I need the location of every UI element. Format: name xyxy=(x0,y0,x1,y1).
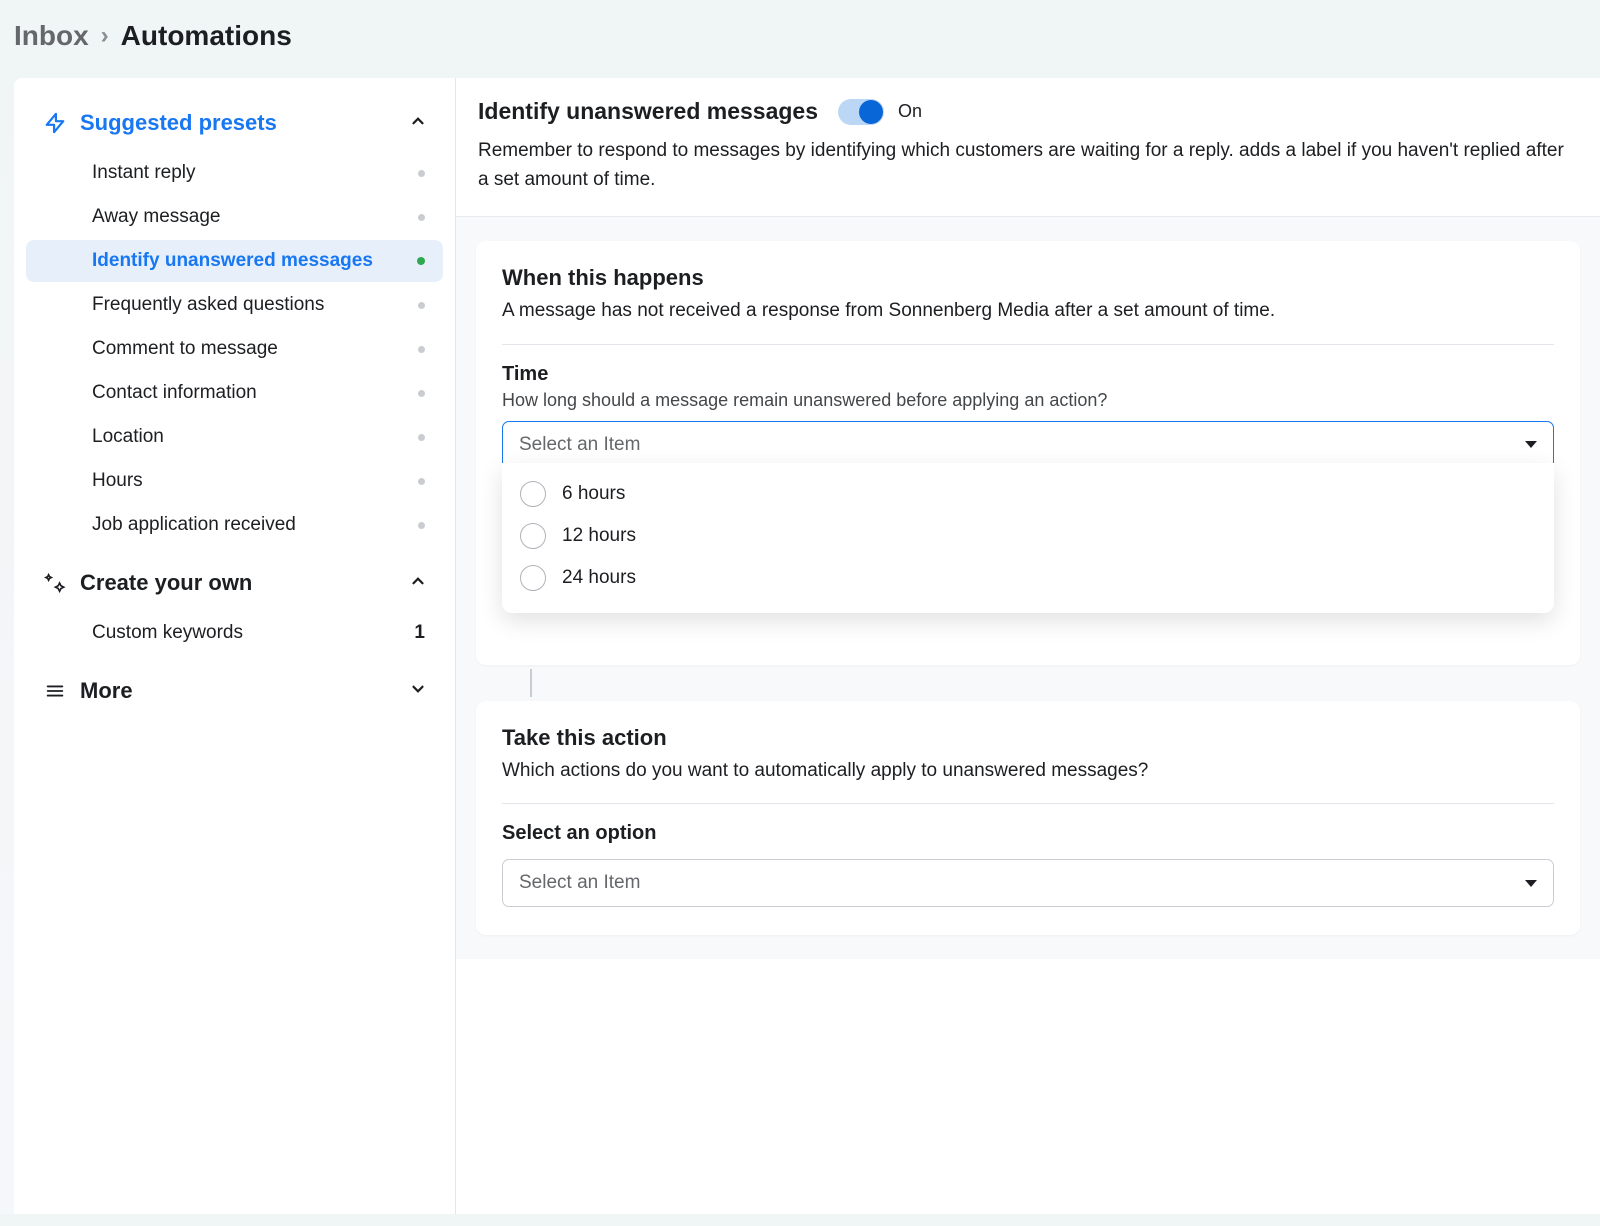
chevron-down-icon xyxy=(409,680,427,703)
status-dot xyxy=(418,434,425,441)
sidebar-item-location[interactable]: Location xyxy=(26,416,443,458)
time-option-12-hours[interactable]: 12 hours xyxy=(502,515,1554,557)
status-dot xyxy=(418,390,425,397)
divider xyxy=(502,803,1554,804)
sidebar-item-contact-info[interactable]: Contact information xyxy=(26,372,443,414)
sidebar-item-label: Identify unanswered messages xyxy=(92,250,373,272)
action-card: Take this action Which actions do you wa… xyxy=(476,701,1580,936)
when-card: When this happens A message has not rece… xyxy=(476,241,1580,665)
sidebar-item-label: Hours xyxy=(92,470,143,492)
time-option-6-hours[interactable]: 6 hours xyxy=(502,473,1554,515)
sidebar-item-label: Frequently asked questions xyxy=(92,294,324,316)
sidebar-item-label: Comment to message xyxy=(92,338,278,360)
time-help: How long should a message remain unanswe… xyxy=(502,390,1554,411)
status-dot xyxy=(418,170,425,177)
sparkle-icon xyxy=(42,572,68,594)
radio-icon xyxy=(520,523,546,549)
option-label: 24 hours xyxy=(562,567,636,589)
sidebar-item-label: Instant reply xyxy=(92,162,196,184)
toggle-status-label: On xyxy=(898,101,922,122)
action-title: Take this action xyxy=(502,725,1554,751)
chevron-up-icon xyxy=(409,112,427,135)
radio-icon xyxy=(520,481,546,507)
menu-icon xyxy=(42,680,68,702)
time-select[interactable]: Select an Item xyxy=(502,421,1554,469)
page-description: Remember to respond to messages by ident… xyxy=(478,137,1578,194)
status-dot-active xyxy=(417,257,425,265)
status-dot xyxy=(418,478,425,485)
breadcrumb-current: Automations xyxy=(121,20,292,52)
action-select[interactable]: Select an Item xyxy=(502,859,1554,907)
section-title-create: Create your own xyxy=(80,570,397,596)
caret-down-icon xyxy=(1525,880,1537,887)
status-dot xyxy=(418,302,425,309)
section-title-presets: Suggested presets xyxy=(80,110,397,136)
flow-connector xyxy=(530,669,532,697)
sidebar-item-hours[interactable]: Hours xyxy=(26,460,443,502)
select-placeholder: Select an Item xyxy=(519,434,640,456)
time-dropdown-panel: 6 hours 12 hours 24 hours xyxy=(502,463,1554,613)
sidebar-item-identify-unanswered[interactable]: Identify unanswered messages xyxy=(26,240,443,282)
sidebar-item-label: Away message xyxy=(92,206,221,228)
when-title: When this happens xyxy=(502,265,1554,291)
time-option-24-hours[interactable]: 24 hours xyxy=(502,557,1554,599)
sidebar-item-comment-to-message[interactable]: Comment to message xyxy=(26,328,443,370)
status-dot xyxy=(418,214,425,221)
caret-down-icon xyxy=(1525,441,1537,448)
sidebar-item-instant-reply[interactable]: Instant reply xyxy=(26,152,443,194)
count-badge: 1 xyxy=(414,622,425,644)
main-panel: Identify unanswered messages On Remember… xyxy=(456,78,1600,1214)
status-dot xyxy=(418,522,425,529)
section-more[interactable]: More xyxy=(26,670,443,712)
action-option-label: Select an option xyxy=(502,822,1554,845)
action-subtitle: Which actions do you want to automatical… xyxy=(502,757,1554,786)
sidebar-item-custom-keywords[interactable]: Custom keywords 1 xyxy=(26,612,443,654)
chevron-right-icon: › xyxy=(101,22,109,50)
sidebar-item-label: Custom keywords xyxy=(92,622,243,644)
main-header: Identify unanswered messages On Remember… xyxy=(456,78,1600,217)
sidebar-item-label: Job application received xyxy=(92,514,296,536)
option-label: 12 hours xyxy=(562,525,636,547)
sidebar-item-away-message[interactable]: Away message xyxy=(26,196,443,238)
sidebar-item-label: Location xyxy=(92,426,164,448)
section-create-your-own[interactable]: Create your own xyxy=(26,562,443,604)
status-dot xyxy=(418,346,425,353)
when-subtitle: A message has not received a response fr… xyxy=(502,297,1554,326)
select-placeholder: Select an Item xyxy=(519,872,640,894)
sidebar-item-faq[interactable]: Frequently asked questions xyxy=(26,284,443,326)
toggle-knob xyxy=(859,100,883,124)
enable-toggle[interactable] xyxy=(838,99,884,125)
time-label: Time xyxy=(502,363,1554,386)
sidebar: Suggested presets Instant reply Away mes… xyxy=(14,78,456,1214)
radio-icon xyxy=(520,565,546,591)
bolt-icon xyxy=(42,112,68,134)
option-label: 6 hours xyxy=(562,483,625,505)
section-title-more: More xyxy=(80,678,397,704)
divider xyxy=(502,344,1554,345)
breadcrumb: Inbox › Automations xyxy=(0,0,1600,78)
sidebar-item-label: Contact information xyxy=(92,382,257,404)
page-title: Identify unanswered messages xyxy=(478,98,818,125)
chevron-up-icon xyxy=(409,572,427,595)
breadcrumb-parent[interactable]: Inbox xyxy=(14,20,89,52)
sidebar-item-job-application[interactable]: Job application received xyxy=(26,504,443,546)
section-suggested-presets[interactable]: Suggested presets xyxy=(26,102,443,144)
